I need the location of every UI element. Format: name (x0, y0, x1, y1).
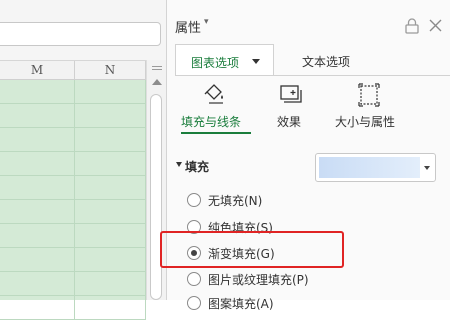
sub-tab-size-and-properties[interactable]: 大小与属性 (335, 113, 395, 130)
table-cell[interactable] (0, 80, 75, 104)
table-cell[interactable] (75, 248, 146, 272)
radio-label: 无填充(N) (208, 194, 263, 208)
column-header-n[interactable]: N (75, 61, 146, 79)
table-cell[interactable] (0, 200, 75, 224)
split-handle-icon[interactable] (152, 63, 162, 73)
table-cell[interactable] (75, 272, 146, 296)
table-cell[interactable] (75, 224, 146, 248)
column-header-m[interactable]: M (0, 61, 75, 79)
fill-section-title[interactable]: 填充 (185, 158, 209, 175)
lock-icon[interactable] (405, 18, 419, 34)
table-cell[interactable] (0, 272, 75, 296)
tab-text-options[interactable]: 文本选项 (279, 44, 369, 76)
fill-color-dropdown[interactable] (315, 153, 436, 182)
scrollbar-thumb[interactable] (150, 94, 162, 300)
table-cell[interactable] (75, 176, 146, 200)
sub-tab-fill-and-line[interactable]: 填充与线条 (181, 113, 241, 130)
tab-chart-options-label: 图表选项 (191, 56, 240, 70)
active-sub-tab-underline (181, 132, 251, 134)
size-properties-icon[interactable] (358, 83, 380, 107)
radio-label: 图案填充(A) (208, 297, 274, 311)
table-cell[interactable] (75, 80, 146, 104)
radio-button[interactable] (187, 296, 201, 310)
table-cell[interactable] (0, 128, 75, 152)
formula-input[interactable] (0, 22, 161, 46)
fill-bucket-icon[interactable] (203, 82, 227, 106)
table-cell[interactable] (0, 104, 75, 128)
chevron-down-icon[interactable] (424, 166, 430, 170)
table-cell[interactable] (0, 224, 75, 248)
collapse-triangle-icon[interactable] (176, 162, 182, 167)
tab-text-options-label: 文本选项 (302, 55, 351, 69)
close-icon[interactable] (429, 19, 442, 32)
effects-icon[interactable] (279, 84, 303, 106)
panel-title-caret-icon[interactable]: ▾ (204, 17, 209, 27)
table-cell[interactable] (0, 248, 75, 272)
sub-tab-effects[interactable]: 效果 (277, 113, 301, 130)
radio-label: 图片或纹理填充(P) (208, 273, 309, 287)
panel-title[interactable]: 属性 (175, 17, 201, 36)
column-header-row: M N (0, 60, 146, 80)
radio-button[interactable] (187, 193, 201, 207)
spreadsheet-area: M N (0, 0, 166, 320)
cell-grid[interactable] (0, 80, 146, 320)
table-cell[interactable] (75, 152, 146, 176)
table-cell[interactable] (75, 128, 146, 152)
tab-chart-options[interactable]: 图表选项 (175, 44, 274, 76)
tabs-divider (175, 75, 450, 76)
radio-button[interactable] (187, 272, 201, 286)
chevron-down-icon[interactable] (252, 59, 260, 64)
table-cell[interactable] (75, 200, 146, 224)
table-cell[interactable] (0, 152, 75, 176)
table-cell[interactable] (75, 104, 146, 128)
gradient-color-swatch (319, 157, 420, 178)
formula-bar (0, 0, 166, 60)
scroll-up-arrow-icon[interactable] (152, 79, 162, 85)
highlight-annotation-box (160, 231, 344, 268)
table-cell[interactable] (0, 176, 75, 200)
properties-panel: 属性 ▾ 图表选项 文本选项 填充与线条 效果 大小与属性 填充 无填充(N) … (160, 0, 450, 311)
